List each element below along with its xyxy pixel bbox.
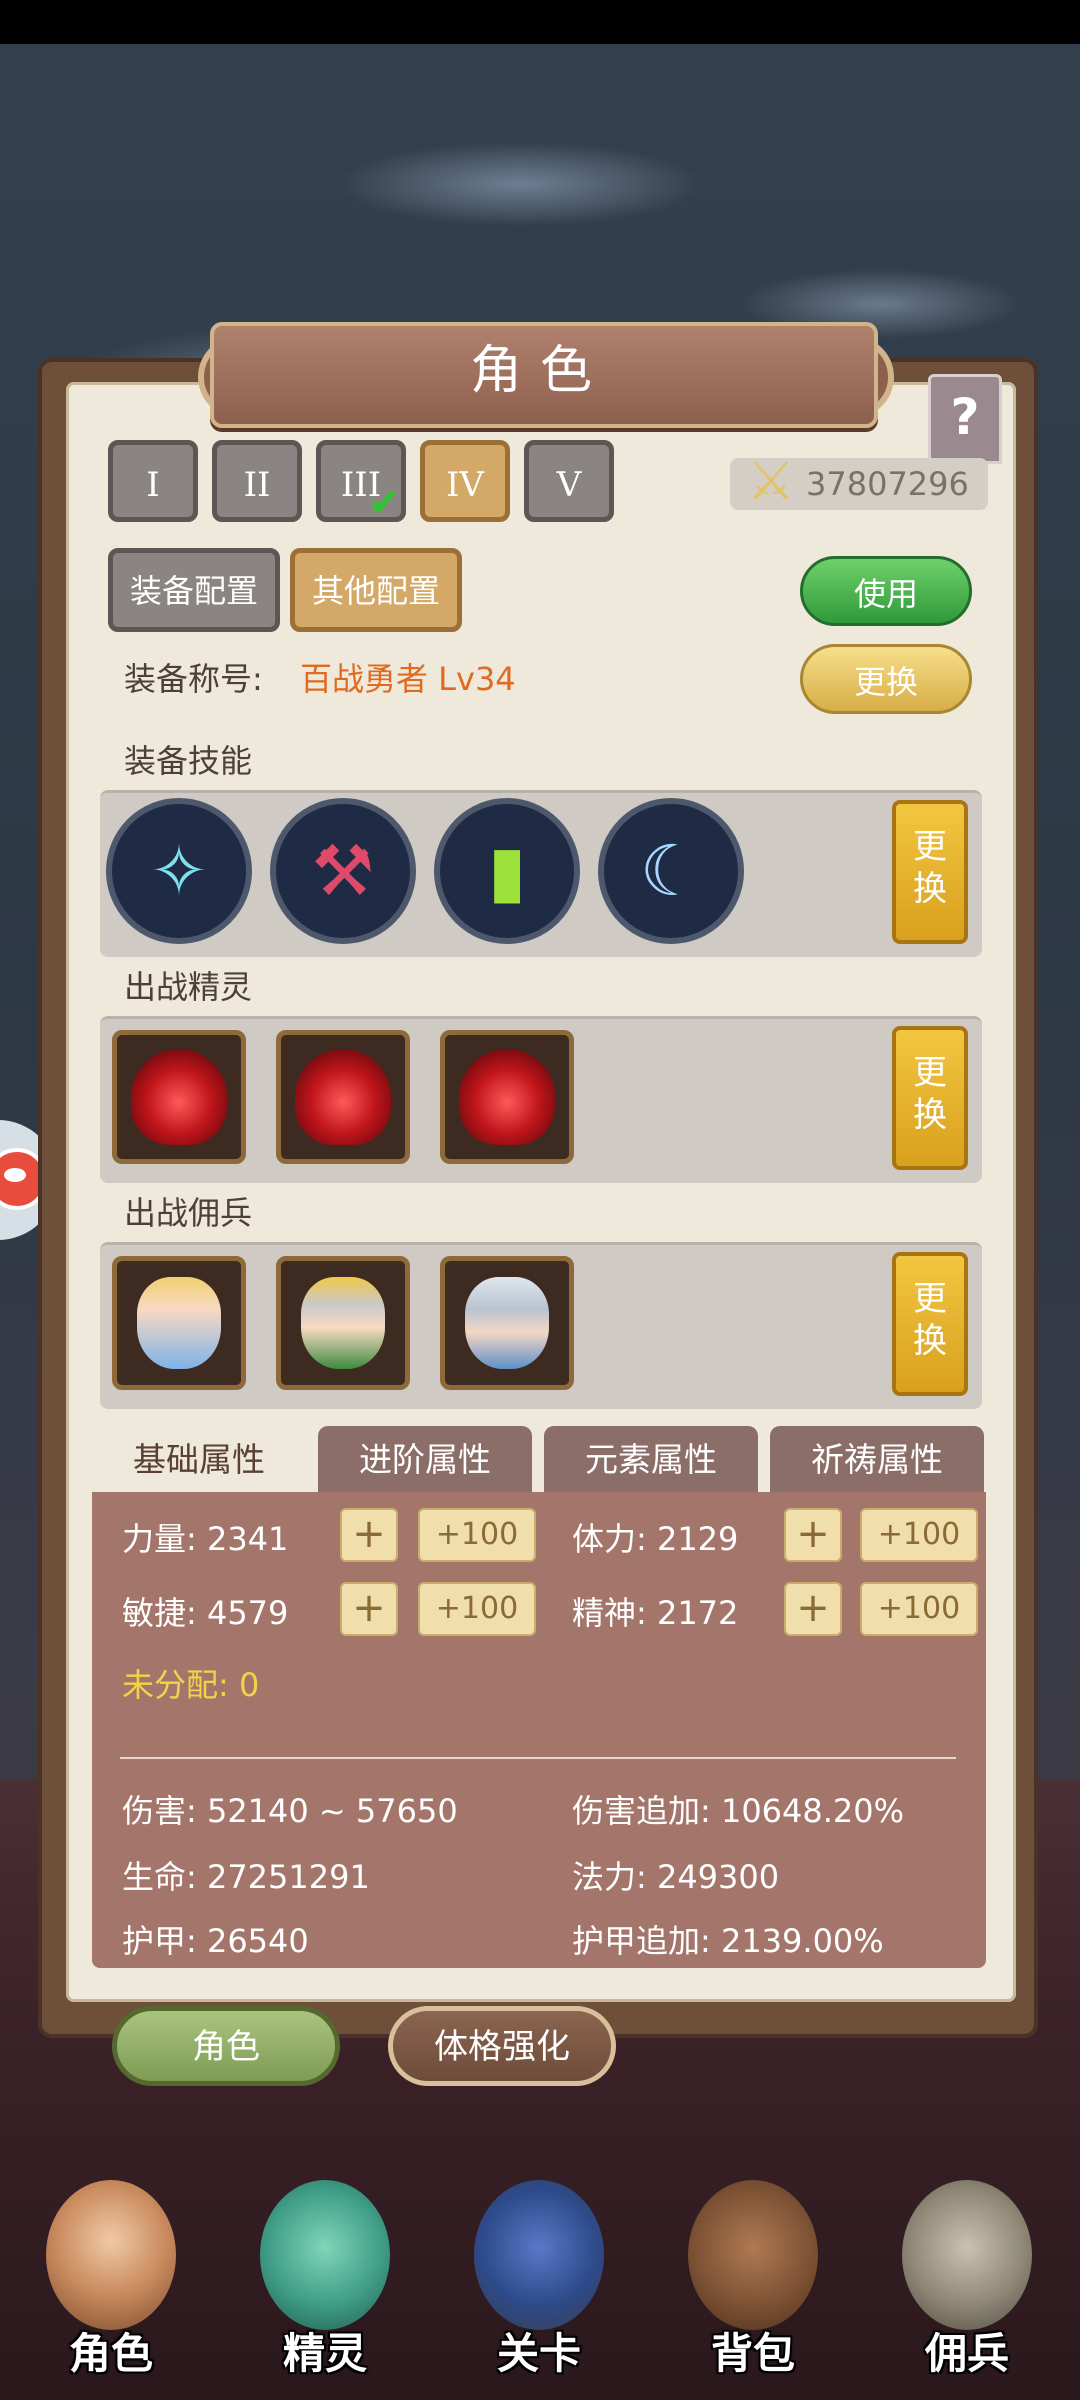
loadout-tab-1[interactable]: I bbox=[108, 440, 198, 522]
equip-title-value: 百战勇者 Lv34 bbox=[300, 660, 516, 698]
change-label-bottom: 换 bbox=[913, 869, 947, 909]
skill-slot-4[interactable]: ☾ bbox=[598, 798, 744, 944]
slime-spirit-icon bbox=[260, 2180, 390, 2330]
loadout-tab-5[interactable]: V bbox=[524, 440, 614, 522]
tab-advanced-attributes[interactable]: 进阶属性 bbox=[318, 1426, 532, 1494]
page-title: 角色 bbox=[469, 341, 610, 401]
spirit-plus-button[interactable]: + bbox=[784, 1582, 842, 1636]
knight-portrait-icon bbox=[301, 1277, 385, 1369]
stamina-stat: 体力: 2129 bbox=[572, 1520, 739, 1558]
elf-mage-portrait-icon bbox=[137, 1277, 221, 1369]
merc-slot-1[interactable] bbox=[112, 1256, 246, 1390]
change-mercs-button[interactable]: 更换 bbox=[892, 1252, 968, 1396]
nav-spirits[interactable]: 精灵 bbox=[230, 2170, 420, 2390]
merc-slot-2[interactable] bbox=[276, 1256, 410, 1390]
strength-plus-button[interactable]: + bbox=[340, 1508, 398, 1562]
skill-slot-1[interactable]: ✧ bbox=[106, 798, 252, 944]
red-flame-spirit-icon bbox=[295, 1049, 391, 1145]
red-flame-spirit-icon bbox=[459, 1049, 555, 1145]
strength-stat: 力量: 2341 bbox=[122, 1520, 289, 1558]
change-label-top: 更 bbox=[913, 1279, 947, 1319]
nav-label: 角色 bbox=[68, 2329, 153, 2378]
red-flame-spirit-icon bbox=[131, 1049, 227, 1145]
help-button[interactable]: ? bbox=[928, 374, 1002, 464]
nav-label: 佣兵 bbox=[924, 2329, 1009, 2378]
skill-slot-2[interactable]: ⚒ bbox=[270, 798, 416, 944]
spirit-slot-3[interactable] bbox=[440, 1030, 574, 1164]
change-label-top: 更 bbox=[913, 1053, 947, 1093]
nav-character[interactable]: 角色 bbox=[16, 2170, 206, 2390]
change-label-top: 更 bbox=[913, 827, 947, 867]
nav-label: 关卡 bbox=[496, 2329, 581, 2378]
change-label-bottom: 换 bbox=[913, 1095, 947, 1135]
loadout-tab-4[interactable]: IV bbox=[420, 440, 510, 522]
change-skills-button[interactable]: 更换 bbox=[892, 800, 968, 944]
backpack-icon bbox=[688, 2180, 818, 2330]
agility-plus-button[interactable]: + bbox=[340, 1582, 398, 1636]
stamina-plus-button[interactable]: + bbox=[784, 1508, 842, 1562]
nav-stages[interactable]: 关卡 bbox=[444, 2170, 634, 2390]
armor-bonus-stat: 护甲追加: 2139.00% bbox=[572, 1922, 884, 1960]
skill-slot-3[interactable]: ▮ bbox=[434, 798, 580, 944]
loadout-tab-2[interactable]: II bbox=[212, 440, 302, 522]
tab-character[interactable]: 角色 bbox=[112, 2006, 340, 2086]
strength-plus100-button[interactable]: +100 bbox=[418, 1508, 536, 1562]
crescent-wave-skill-icon: ☾ bbox=[639, 830, 703, 912]
equip-config-button[interactable]: 装备配置 bbox=[108, 548, 280, 632]
character-portrait-icon bbox=[46, 2180, 176, 2330]
unassigned-points: 未分配: 0 bbox=[122, 1666, 260, 1704]
change-spirits-button[interactable]: 更换 bbox=[892, 1026, 968, 1170]
mercs-section-label: 出战佣兵 bbox=[124, 1194, 253, 1232]
tab-prayer-attributes[interactable]: 祈祷属性 bbox=[770, 1426, 984, 1494]
merc-slot-3[interactable] bbox=[440, 1256, 574, 1390]
spirits-section-label: 出战精灵 bbox=[124, 968, 253, 1006]
agility-stat: 敏捷: 4579 bbox=[122, 1594, 289, 1632]
change-label-bottom: 换 bbox=[913, 1321, 947, 1361]
ice-slash-skill-icon: ✧ bbox=[149, 830, 209, 912]
attributes-divider bbox=[120, 1757, 956, 1759]
agility-plus100-button[interactable]: +100 bbox=[418, 1582, 536, 1636]
tab-basic-attributes[interactable]: 基础属性 bbox=[92, 1426, 306, 1498]
nav-label: 精灵 bbox=[282, 2329, 367, 2378]
swap-title-button[interactable]: 更换 bbox=[800, 644, 972, 714]
knight-helmet-icon bbox=[902, 2180, 1032, 2330]
life-stat: 生命: 27251291 bbox=[122, 1858, 370, 1896]
spirit-slot-1[interactable] bbox=[112, 1030, 246, 1164]
damage-stat: 伤害: 52140 ~ 57650 bbox=[122, 1792, 458, 1830]
spirit-plus100-button[interactable]: +100 bbox=[860, 1582, 978, 1636]
tab-physique-upgrade[interactable]: 体格强化 bbox=[388, 2006, 616, 2086]
green-pillar-skill-icon: ▮ bbox=[487, 830, 527, 912]
skills-section-label: 装备技能 bbox=[124, 742, 253, 780]
status-bar bbox=[0, 0, 1080, 44]
nav-label: 背包 bbox=[710, 2329, 795, 2378]
crossed-swords-icon: ⚔ bbox=[746, 449, 796, 512]
stage-portal-icon bbox=[474, 2180, 604, 2330]
nav-backpack[interactable]: 背包 bbox=[658, 2170, 848, 2390]
combat-power-value: 37807296 bbox=[806, 465, 969, 503]
stamina-plus100-button[interactable]: +100 bbox=[860, 1508, 978, 1562]
nav-mercenaries[interactable]: 佣兵 bbox=[872, 2170, 1062, 2390]
mana-stat: 法力: 249300 bbox=[572, 1858, 780, 1896]
damage-bonus-stat: 伤害追加: 10648.20% bbox=[572, 1792, 905, 1830]
checkmark-icon: ✔ bbox=[368, 480, 402, 526]
use-button[interactable]: 使用 bbox=[800, 556, 972, 626]
silver-hair-warrior-portrait-icon bbox=[465, 1277, 549, 1369]
other-config-button[interactable]: 其他配置 bbox=[290, 548, 462, 632]
spirit-slot-2[interactable] bbox=[276, 1030, 410, 1164]
tab-element-attributes[interactable]: 元素属性 bbox=[544, 1426, 758, 1494]
armor-stat: 护甲: 26540 bbox=[122, 1922, 309, 1960]
equip-title-label: 装备称号: bbox=[124, 660, 263, 698]
spirit-stat: 精神: 2172 bbox=[572, 1594, 739, 1632]
hammer-strike-skill-icon: ⚒ bbox=[311, 830, 375, 912]
